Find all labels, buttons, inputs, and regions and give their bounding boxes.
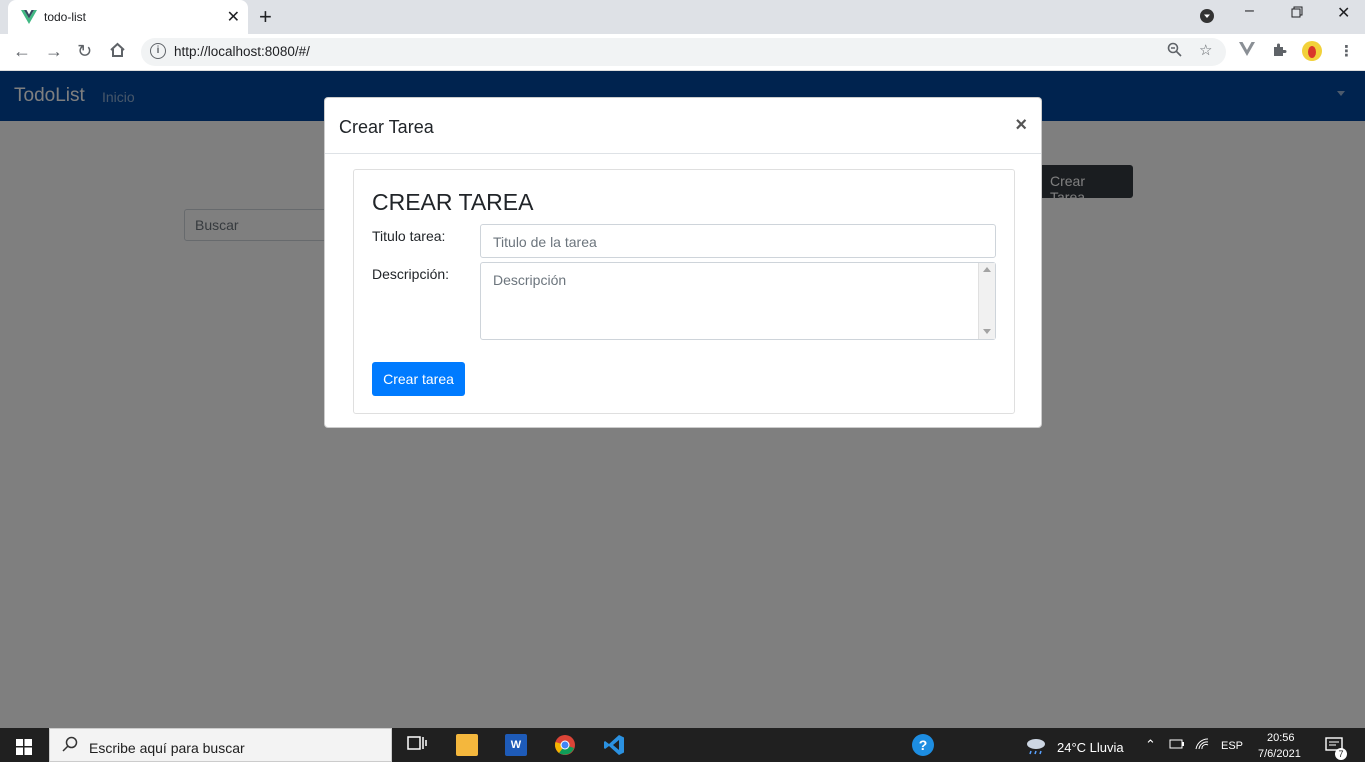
reload-icon[interactable]: ↻ xyxy=(77,41,92,62)
zoom-icon[interactable] xyxy=(1167,42,1182,61)
close-window-icon[interactable]: ✕ xyxy=(1337,3,1350,23)
language-indicator[interactable]: ESP xyxy=(1221,740,1243,752)
scroll-down-icon[interactable] xyxy=(983,329,991,334)
url-text: http://localhost:8080/#/ xyxy=(174,44,310,59)
bookmark-star-icon[interactable]: ☆ xyxy=(1199,41,1212,59)
address-bar[interactable]: i http://localhost:8080/#/ ☆ xyxy=(141,38,1226,66)
file-explorer-icon[interactable] xyxy=(456,734,478,756)
descripcion-label: Descripción: xyxy=(372,266,450,282)
restore-icon[interactable] xyxy=(1291,5,1303,23)
vue-devtools-icon[interactable] xyxy=(1239,42,1255,60)
profile-avatar[interactable] xyxy=(1302,41,1322,65)
browser-toolbar: ← → ↻ i http://localhost:8080/#/ ☆ ⋮ xyxy=(0,34,1365,71)
crear-tarea-modal: Crear Tarea × CREAR TAREA Titulo tarea: … xyxy=(324,97,1042,428)
windows-start-icon[interactable] xyxy=(16,739,32,760)
clock-date[interactable]: 7/6/2021 xyxy=(1258,748,1301,760)
modal-title: Crear Tarea xyxy=(339,117,434,137)
browser-menu-icon[interactable]: ⋮ xyxy=(1339,42,1354,60)
search-icon xyxy=(62,736,78,757)
vue-logo-icon xyxy=(21,10,37,24)
battery-icon[interactable] xyxy=(1169,738,1185,753)
modal-close-icon[interactable]: × xyxy=(1015,114,1027,137)
extensions-icon[interactable] xyxy=(1271,42,1287,62)
titulo-label: Titulo tarea: xyxy=(372,228,446,244)
site-info-icon[interactable]: i xyxy=(150,43,166,59)
form-heading: CREAR TAREA xyxy=(372,189,534,215)
minimize-icon[interactable]: – xyxy=(1245,2,1254,20)
form-card: CREAR TAREA Titulo tarea: Titulo de la t… xyxy=(353,169,1015,414)
clock-time[interactable]: 20:56 xyxy=(1267,732,1295,744)
descripcion-placeholder: Descripción xyxy=(493,272,567,288)
weather-icon[interactable] xyxy=(1025,737,1047,760)
forward-icon[interactable]: → xyxy=(45,41,63,62)
browser-tab[interactable]: todo-list ✕ xyxy=(8,0,248,34)
word-icon[interactable]: W xyxy=(505,734,527,756)
vscode-icon[interactable] xyxy=(603,734,625,756)
notification-badge: 7 xyxy=(1335,748,1347,760)
titulo-input[interactable]: Titulo de la tarea xyxy=(480,224,996,258)
wifi-icon[interactable] xyxy=(1195,738,1209,753)
windows-taskbar: Escribe aquí para buscar W ? 24°C Lluvia… xyxy=(0,728,1365,762)
chrome-icon[interactable] xyxy=(554,734,576,756)
help-icon[interactable]: ? xyxy=(912,734,934,756)
browser-tab-strip: todo-list ✕ + – ✕ xyxy=(0,0,1365,34)
weather-text[interactable]: 24°C Lluvia xyxy=(1057,740,1124,755)
submit-crear-tarea-button[interactable]: Crear tarea xyxy=(372,362,465,396)
taskbar-search-placeholder: Escribe aquí para buscar xyxy=(89,740,245,756)
show-hidden-icons-icon[interactable]: ⌃ xyxy=(1145,737,1156,753)
descripcion-textarea[interactable]: Descripción xyxy=(480,262,996,340)
back-icon[interactable]: ← xyxy=(13,41,31,62)
tab-title: todo-list xyxy=(44,10,87,24)
new-tab-icon[interactable]: + xyxy=(259,4,272,30)
taskbar-search[interactable]: Escribe aquí para buscar xyxy=(49,728,392,762)
modal-header: Crear Tarea × xyxy=(325,98,1041,154)
scroll-up-icon[interactable] xyxy=(983,267,991,272)
textarea-scrollbar[interactable] xyxy=(978,263,995,339)
profile-menu-icon[interactable] xyxy=(1200,9,1214,28)
task-view-icon[interactable] xyxy=(406,734,428,756)
home-icon[interactable] xyxy=(109,42,126,63)
tab-close-icon[interactable]: ✕ xyxy=(227,7,240,27)
